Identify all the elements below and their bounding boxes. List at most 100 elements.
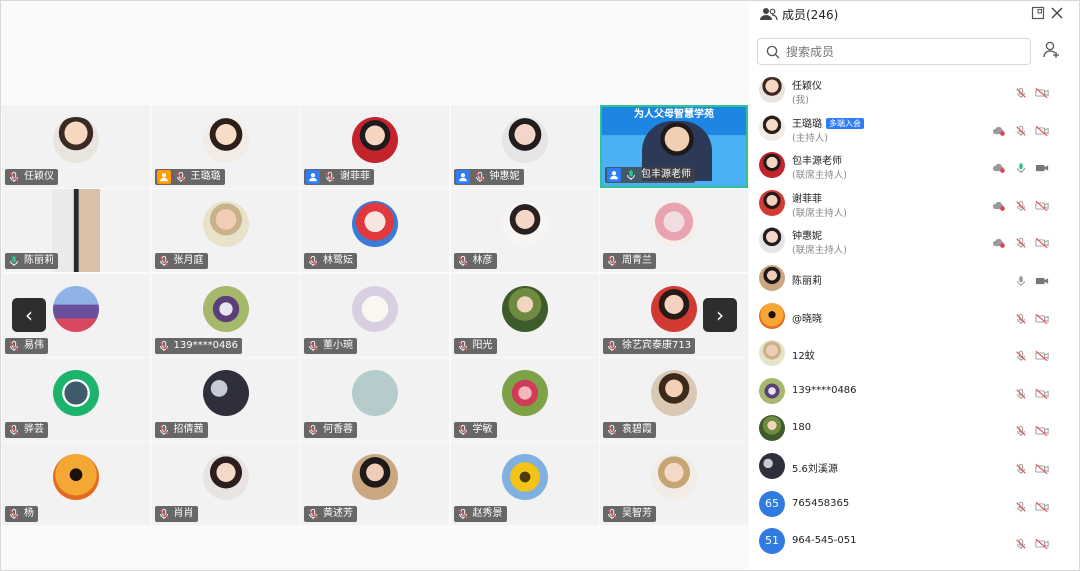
camera-icon[interactable] — [1035, 272, 1049, 285]
video-tile[interactable]: 吴智芳 — [600, 442, 748, 525]
member-row[interactable]: 钟惠妮 (联席主持人) — [749, 222, 1079, 260]
camera-off-icon[interactable] — [1035, 84, 1049, 99]
participant-avatar — [53, 285, 99, 332]
member-row[interactable]: 任颖仪 (我) — [749, 72, 1079, 110]
host-badge-icon — [455, 170, 470, 184]
participant-avatar — [352, 369, 398, 416]
next-page-button[interactable]: › — [703, 298, 737, 332]
mic-muted-icon[interactable] — [1015, 310, 1029, 324]
camera-off-icon[interactable] — [1035, 422, 1049, 437]
participant-name: 周青兰 — [622, 255, 652, 267]
video-tile[interactable]: 学敏 — [450, 357, 599, 441]
participant-name-tag: 赵秀景 — [453, 506, 507, 522]
mic-muted-icon[interactable] — [1015, 84, 1029, 99]
member-row[interactable]: 5.6刘溪源 — [749, 448, 1079, 486]
camera-off-icon[interactable] — [1035, 535, 1049, 550]
participant-name: 袁碧霞 — [622, 423, 652, 435]
participant-name-tag: 徐艺宾泰康713 — [603, 337, 696, 354]
video-tile[interactable]: 钟惠妮 — [450, 105, 599, 188]
pop-out-icon[interactable] — [1031, 6, 1045, 20]
member-row[interactable]: 51 964-545-051 — [749, 523, 1079, 561]
member-row[interactable]: 陈丽莉 — [749, 260, 1079, 298]
mic-muted-icon[interactable] — [1015, 197, 1029, 211]
video-tile[interactable]: 任颖仪 — [2, 105, 150, 188]
member-row[interactable]: 180 — [749, 410, 1079, 448]
mic-muted-icon — [323, 170, 337, 184]
mic-muted-icon[interactable] — [1015, 234, 1029, 249]
video-tile[interactable]: 阳光 — [450, 273, 599, 357]
member-name-line: 钟惠妮 — [792, 227, 822, 242]
camera-off-icon[interactable] — [1035, 347, 1049, 362]
camera-off-icon[interactable] — [1035, 310, 1049, 324]
video-tile[interactable]: 招倩茜 — [151, 357, 300, 441]
member-name-line: 5.6刘溪源 — [792, 460, 838, 475]
member-number-avatar: 65 — [759, 490, 785, 517]
member-row[interactable]: @晓晓 — [749, 298, 1079, 336]
camera-off-icon[interactable] — [1035, 385, 1049, 400]
video-tile[interactable]: 袁碧霞 — [600, 357, 748, 441]
mic-muted-icon[interactable] — [1015, 460, 1029, 475]
member-row[interactable]: 包丰源老师 (联席主持人) — [749, 147, 1079, 185]
participant-name: 招倩茜 — [173, 423, 204, 435]
member-row[interactable]: 王璐璐 多端入会 (主持人) — [749, 110, 1079, 148]
member-row[interactable]: 139****0486 — [749, 373, 1079, 411]
participant-name: 杨 — [24, 508, 34, 519]
member-name: 钟惠妮 — [792, 231, 822, 243]
mic-muted-icon — [456, 339, 470, 353]
mic-muted-icon — [473, 170, 487, 184]
mic-muted-icon — [7, 339, 21, 353]
video-tile[interactable]: 杨 — [2, 442, 150, 525]
participant-avatar — [501, 285, 548, 332]
mic-muted-icon[interactable] — [1015, 122, 1029, 136]
video-tile[interactable]: 董小琬 — [301, 273, 449, 357]
video-tile[interactable]: 骅芸 — [2, 357, 150, 441]
video-tile[interactable]: 周青兰 — [600, 189, 748, 273]
video-tile[interactable]: 为人父母智慧学苑 包丰源老师 — [600, 105, 748, 188]
mic-muted-icon[interactable] — [1015, 498, 1029, 512]
mic-muted-icon[interactable] — [1015, 385, 1029, 399]
member-row[interactable]: 谢菲菲 (联席主持人) — [749, 185, 1079, 223]
mic-muted-icon[interactable] — [1015, 347, 1029, 362]
mic-icon[interactable] — [1015, 272, 1029, 287]
mic-muted-icon — [605, 254, 619, 268]
member-search-input[interactable] — [786, 44, 1006, 59]
member-row[interactable]: 12蚊 — [749, 335, 1079, 373]
participant-avatar — [501, 369, 548, 416]
video-tile[interactable]: 林鹭妘 — [301, 189, 449, 273]
video-tile[interactable]: 张月庭 — [151, 189, 300, 273]
video-tile[interactable]: 陈丽莉 — [2, 189, 150, 273]
mic-muted-icon[interactable] — [1015, 422, 1029, 437]
member-row[interactable]: 65 765458365 — [749, 486, 1079, 524]
video-tile[interactable]: 林彦 — [450, 189, 599, 273]
close-icon[interactable] — [1050, 6, 1064, 20]
video-tile[interactable]: 赵秀景 — [450, 442, 599, 525]
camera-off-icon[interactable] — [1035, 197, 1049, 212]
participant-name-tag: 何香蓉 — [304, 421, 357, 438]
camera-icon[interactable] — [1035, 159, 1049, 172]
mic-muted-icon — [157, 254, 171, 268]
participant-avatar — [53, 454, 99, 500]
add-member-icon[interactable] — [1043, 41, 1061, 59]
mic-muted-icon — [456, 254, 470, 268]
video-tile[interactable]: 139****0486 — [151, 273, 300, 357]
member-avatar — [759, 415, 785, 442]
camera-off-icon[interactable] — [1035, 498, 1049, 512]
member-avatar — [759, 302, 785, 329]
participant-name: 钟惠妮 — [489, 171, 520, 182]
camera-off-icon[interactable] — [1035, 460, 1049, 475]
camera-off-icon[interactable] — [1035, 122, 1049, 136]
member-search-box[interactable] — [757, 38, 1031, 65]
prev-page-button[interactable]: ‹ — [12, 298, 46, 332]
participant-name-tag: 学敏 — [453, 421, 497, 438]
video-tile[interactable]: 谢菲菲 — [301, 105, 449, 188]
video-tile[interactable]: 何香蓉 — [301, 357, 449, 441]
mic-muted-icon[interactable] — [1015, 535, 1029, 550]
video-tile[interactable]: 黄述芳 — [301, 442, 449, 525]
mic-icon[interactable] — [1015, 159, 1029, 174]
camera-off-icon[interactable] — [1035, 234, 1049, 249]
video-tile[interactable]: 王璐璐 — [151, 105, 300, 188]
cloud-recording-icon — [992, 159, 1006, 174]
member-role: (我) — [792, 95, 809, 106]
participant-name-tag: 杨 — [5, 506, 38, 522]
video-tile[interactable]: 肖肖 — [151, 442, 300, 525]
